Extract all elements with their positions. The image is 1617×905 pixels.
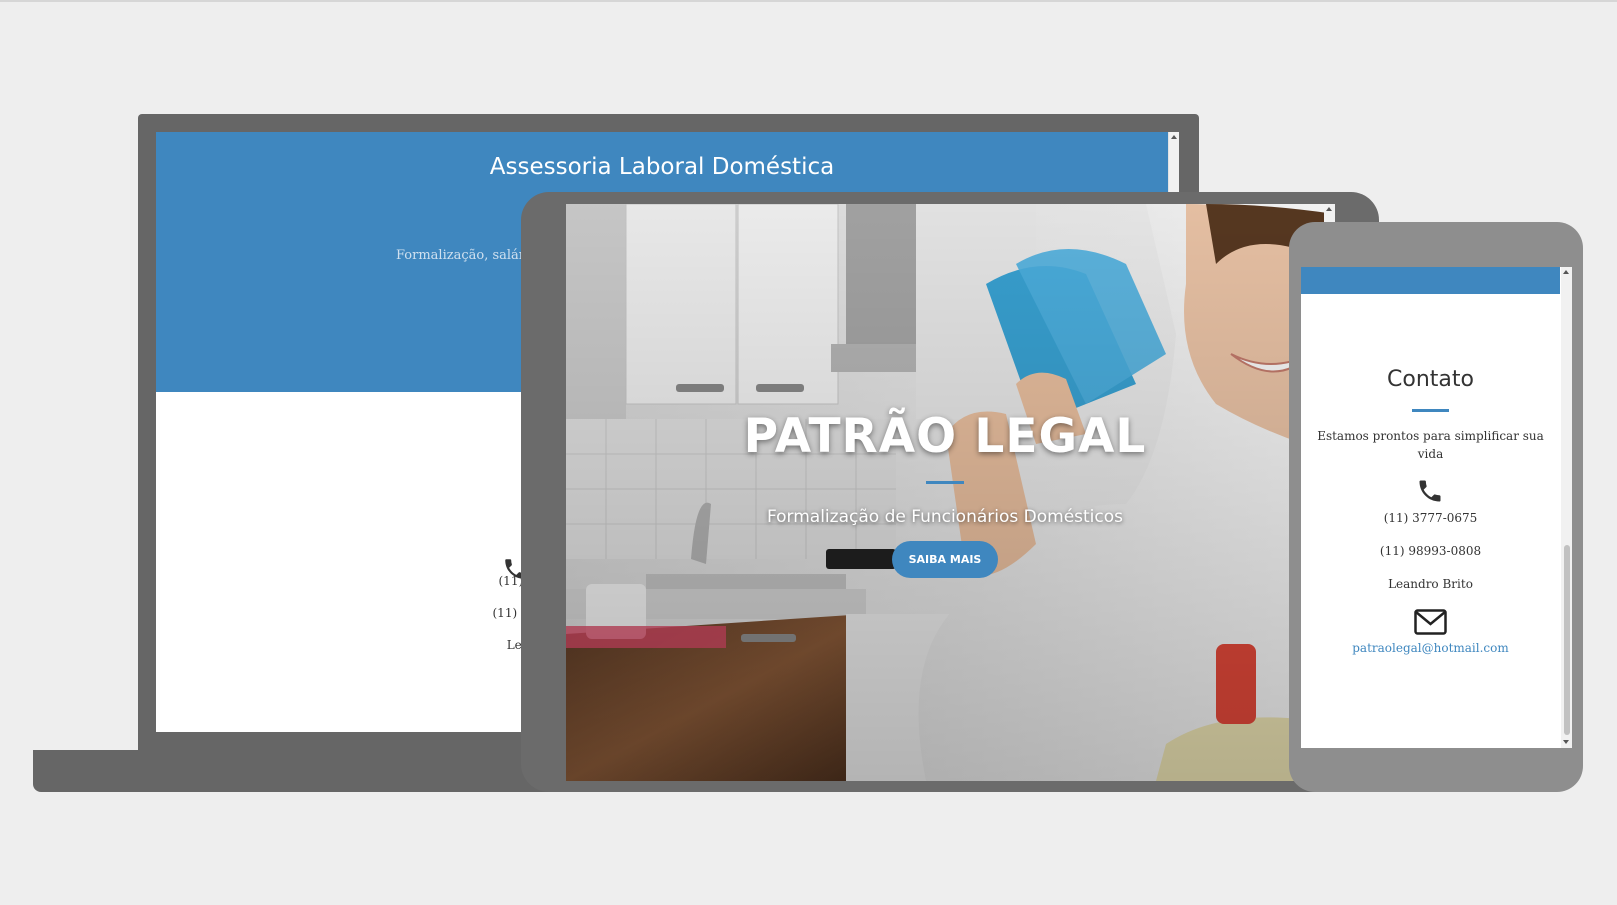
envelope-icon [1414, 609, 1447, 635]
hero-background-photo [566, 204, 1335, 781]
phone-scroll-thumb[interactable] [1564, 545, 1570, 735]
contact-phone-2: (11) 98993-0808 [1379, 544, 1482, 558]
hero-divider [926, 481, 964, 484]
contact-divider [1412, 409, 1449, 412]
hero-subtitle: Formalização de Funcionários Domésticos [766, 507, 1124, 527]
phone-screen: Contato Estamos prontos para simplificar… [1301, 267, 1572, 748]
contact-name: Leandro Brito [1388, 577, 1473, 591]
contact-text: Estamos prontos para simplificar sua vid… [1317, 429, 1544, 461]
scroll-up-arrow-icon[interactable] [1563, 270, 1569, 274]
contact-title: Contato [1387, 367, 1474, 392]
phone-scrollbar[interactable] [1561, 267, 1572, 748]
tablet-screen: PATRÃO LEGAL Formalização de Funcionário… [566, 204, 1335, 781]
contact-phone-1: (11) 3777-0675 [1383, 511, 1478, 525]
phone-icon [1419, 480, 1441, 502]
hero-title: PATRÃO LEGAL [743, 409, 1147, 464]
top-rule [0, 0, 1617, 2]
saiba-mais-button[interactable]: SAIBA MAIS [892, 541, 998, 578]
scroll-up-arrow-icon[interactable] [1326, 207, 1332, 211]
scroll-down-arrow-icon[interactable] [1563, 740, 1569, 744]
scroll-up-arrow-icon[interactable] [1171, 135, 1177, 139]
contact-email-link[interactable]: patraolegal@hotmail.com [1301, 641, 1560, 655]
phone-blue-bar [1301, 267, 1560, 294]
